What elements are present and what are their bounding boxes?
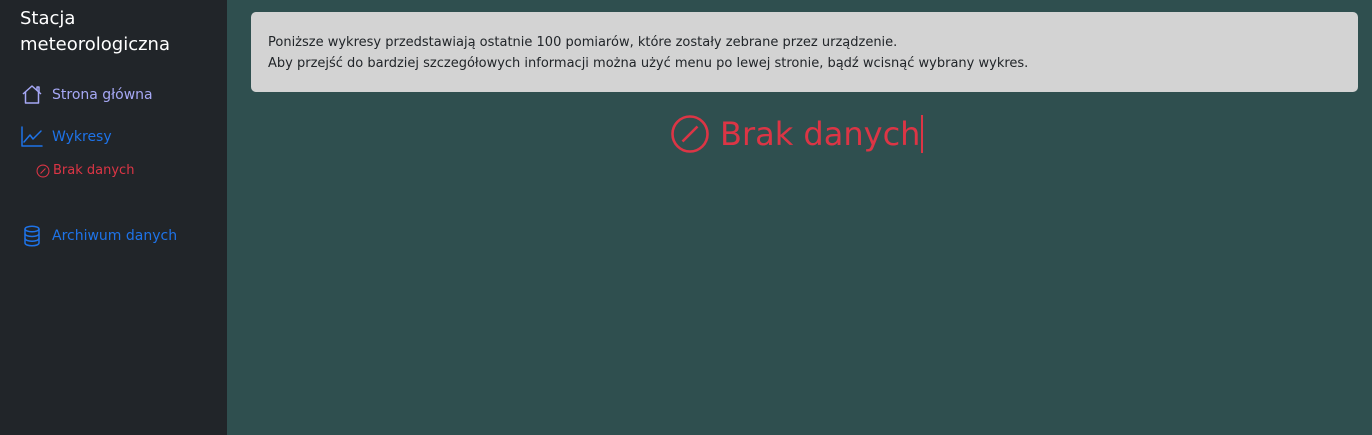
sidebar-item-home-label: Strona główna <box>52 87 153 103</box>
sidebar-subitem-no-data[interactable]: Brak danych <box>36 163 134 178</box>
slash-circle-icon <box>670 114 710 154</box>
sidebar-item-archive-label: Archiwum danych <box>52 228 178 244</box>
no-data-heading: Brak danych <box>670 112 924 156</box>
brand-line-1: Stacja <box>20 8 76 29</box>
app-layout: Stacja meteorologiczna Strona główna Wyk… <box>0 0 1372 435</box>
no-data-text: Brak danych <box>720 115 921 153</box>
database-icon <box>20 224 44 248</box>
sidebar-item-home[interactable]: Strona główna <box>20 83 153 107</box>
slash-circle-icon <box>36 164 50 178</box>
sidebar-subitem-no-data-label: Brak danych <box>53 163 135 178</box>
brand-line-2: meteorologiczna <box>20 34 170 55</box>
text-cursor <box>921 115 924 153</box>
sidebar-item-archive[interactable]: Archiwum danych <box>20 224 177 248</box>
sidebar: Stacja meteorologiczna Strona główna Wyk… <box>0 0 227 435</box>
info-line-2: Aby przejść do bardziej szczegółowych in… <box>268 56 1029 71</box>
graph-up-icon <box>20 125 44 149</box>
house-icon <box>20 83 44 107</box>
sidebar-item-charts-label: Wykresy <box>52 129 112 145</box>
brand-title[interactable]: Stacja meteorologiczna <box>20 6 227 58</box>
main-content: Poniższe wykresy przedstawiają ostatnie … <box>227 0 1372 435</box>
info-alert: Poniższe wykresy przedstawiają ostatnie … <box>251 12 1358 92</box>
info-line-1: Poniższe wykresy przedstawiają ostatnie … <box>268 35 898 50</box>
sidebar-item-charts[interactable]: Wykresy <box>20 125 112 149</box>
